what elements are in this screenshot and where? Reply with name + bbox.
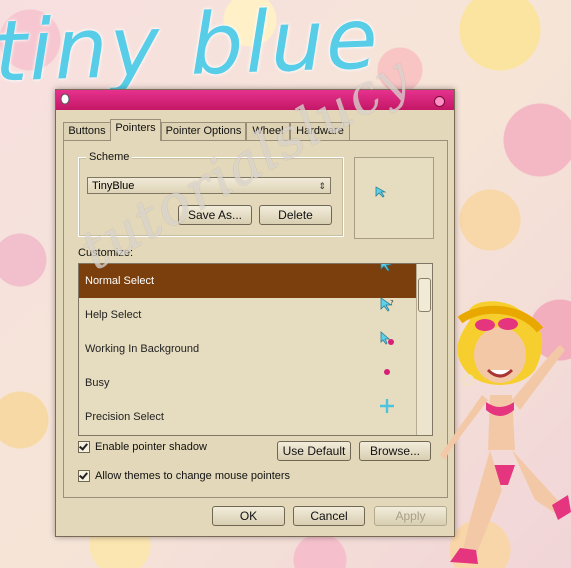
delete-button[interactable]: Delete [259,205,332,225]
checkbox-label: Enable pointer shadow [95,441,207,453]
mouse-properties-window: Buttons Pointers Pointer Options Wheel H… [55,89,455,537]
title-bar[interactable] [56,90,454,110]
dropdown-arrow-icon: ⇕ [318,181,326,191]
arrow-cursor-icon [375,186,387,198]
list-item-busy[interactable]: Busy [79,366,417,400]
checkbox-box[interactable] [78,441,90,454]
list-scrollbar[interactable] [416,264,432,435]
arrow-cursor-icon [380,264,393,272]
list-item-label: Busy [85,377,110,389]
cursor-list[interactable]: Normal Select Help Select ? Working In B… [78,263,433,436]
svg-text:?: ? [390,299,394,307]
pointers-panel: Scheme TinyBlue ⇕ Save As... Delete Cust… [63,140,448,498]
help-cursor-icon: ? [380,297,394,312]
list-item-label: Normal Select [85,275,155,287]
browse-button[interactable]: Browse... [359,441,431,461]
tab-hardware[interactable]: Hardware [290,122,350,140]
cursor-preview [354,157,434,239]
allow-themes-checkbox[interactable]: Allow themes to change mouse pointers [78,470,291,483]
list-item-precision-select[interactable]: Precision Select [79,399,417,434]
ok-button[interactable]: OK [212,506,285,526]
list-item-normal-select[interactable]: Normal Select [79,264,417,298]
customize-label: Customize: [78,247,134,259]
checkbox-box[interactable] [78,470,90,483]
scrollbar-thumb[interactable] [418,278,431,312]
enable-pointer-shadow-checkbox[interactable]: Enable pointer shadow [78,441,207,454]
tab-pointer-options[interactable]: Pointer Options [161,122,246,140]
cancel-button[interactable]: Cancel [293,506,365,526]
scheme-select[interactable]: TinyBlue ⇕ [87,177,331,194]
tab-pointers[interactable]: Pointers [110,119,161,141]
busy-cursor-icon [384,369,390,375]
apply-button[interactable]: Apply [374,506,447,526]
list-item-label: Precision Select [85,411,164,423]
working-cursor-icon [380,331,394,345]
close-icon[interactable] [434,96,445,107]
save-as-button[interactable]: Save As... [178,205,252,225]
list-item-help-select[interactable]: Help Select ? [79,297,417,332]
cartoon-girl-illustration [440,301,571,564]
scheme-selected-value: TinyBlue [92,180,135,192]
list-item-label: Working In Background [85,343,200,355]
crosshair-cursor-icon [380,399,394,413]
scheme-label: Scheme [86,151,133,163]
checkbox-label: Allow themes to change mouse pointers [95,470,291,482]
list-item-working-in-background[interactable]: Working In Background [79,331,417,366]
tab-buttons[interactable]: Buttons [63,122,111,140]
use-default-button[interactable]: Use Default [277,441,351,461]
tab-wheel[interactable]: Wheel [246,122,290,140]
scheme-group [78,157,344,237]
title-art: tiny blue [0,0,382,101]
mouse-icon [60,93,70,105]
list-item-label: Help Select [85,309,142,321]
